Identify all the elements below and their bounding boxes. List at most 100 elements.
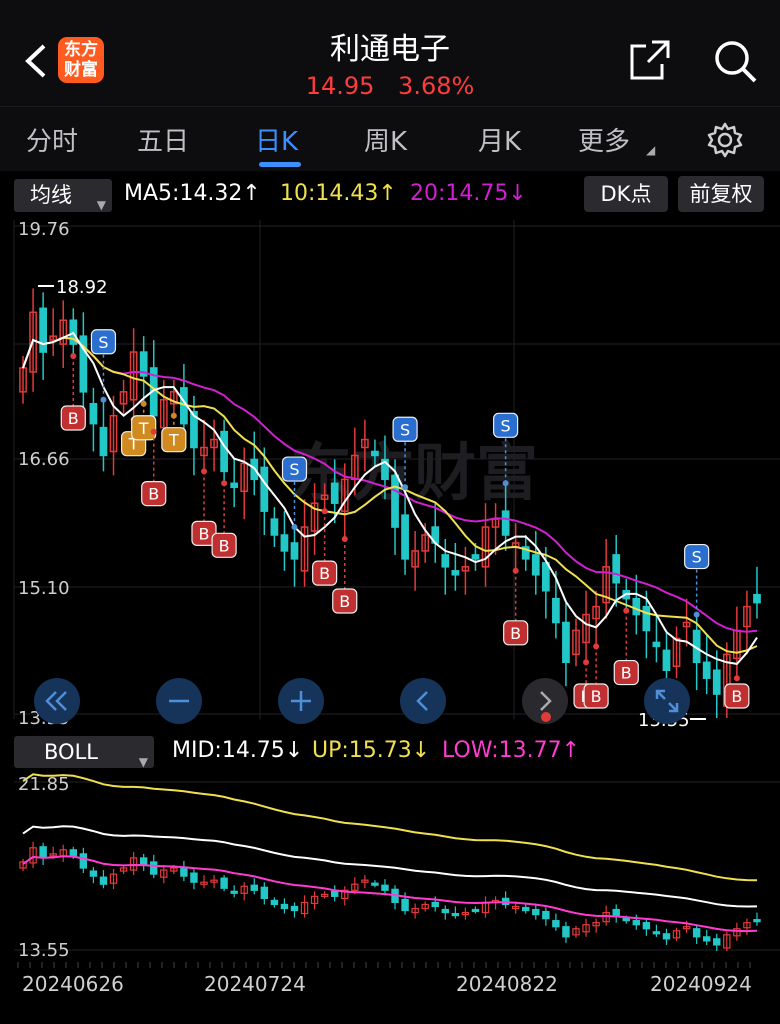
max-price-label: 18.92 [56,277,108,298]
boll-candle-body [662,933,671,940]
boll-candle-body [330,890,339,897]
candle-body [652,641,661,648]
signal-label: B [148,485,159,504]
candle-body [401,514,409,560]
signal-dot [341,535,348,542]
boll-chart[interactable]: 21.85 13.55 [0,770,780,970]
signal-dot [733,675,740,682]
settings-button[interactable] [706,121,744,159]
boll-candle-body [562,926,570,938]
more-triangle-icon: ◢ [646,143,656,157]
ma20-legend: 20:14.75↓ [410,181,527,206]
dk-signal-button[interactable]: DK点 [584,176,668,212]
boll-candle-body [69,849,78,857]
date-label: 20240924 [650,972,752,996]
boll-candle-body [552,920,560,928]
candle-body [270,518,279,536]
boll-candle-body [79,853,88,869]
tab-timeshare[interactable]: 分时 [26,121,78,158]
adjust-mode-label: 前复权 [689,182,753,206]
signal-dot [402,484,409,491]
candle-body [642,605,651,632]
signal-label: S [400,420,410,439]
candle-body [391,474,399,528]
candle-body [371,450,379,457]
signal-label: S [692,548,702,567]
zoom-in-icon [291,691,311,711]
candle-body [541,562,550,592]
boll-candle-body [441,908,450,914]
chevron-left-icon [25,44,46,78]
boll-axis-bottom: 13.55 [18,940,70,961]
candle-body [702,661,711,679]
share-icon [630,40,670,80]
candle-body [330,482,339,504]
boll-candle-body [139,857,148,865]
candle-body [451,570,460,576]
boll-candle-body [632,920,641,926]
tab-five-day[interactable]: 五日 [137,121,189,158]
signal-dot [693,611,700,618]
scroll-right-button[interactable] [522,678,568,724]
back-button[interactable] [18,38,58,84]
fullscreen-button[interactable] [644,678,690,724]
arrow-down-icon: ↓ [284,738,304,763]
scroll-left-fast-button[interactable] [34,678,80,724]
boll-candle-body [522,906,530,912]
boll-low-value: LOW:13.77 [442,738,562,763]
brand-logo: 东方 财富 [58,37,104,83]
boll-candle-body [270,899,279,906]
candle-body [471,554,480,560]
signal-dot [291,524,298,531]
signal-dot [221,480,228,487]
signal-dot [502,480,509,487]
tab-more[interactable]: 更多 [578,121,630,158]
share-button[interactable] [628,38,672,82]
signal-label: B [68,409,79,428]
boll-candle-body [431,901,439,908]
signal-dot [321,508,328,515]
kline-chart[interactable]: 东方财富 BSTTBTBBSBBSSBBBBSB 19.76 16.66 15.… [0,214,780,734]
candle-body [441,554,450,568]
ma10-value: 10:14.43 [280,181,379,206]
chevron-left-icon [416,691,428,711]
boll-candle-body [702,936,711,942]
candle-body [99,426,108,457]
ma5-value: MA5:14.32 [124,181,243,206]
ma5-legend: MA5:14.32↑ [124,181,261,206]
active-tab-indicator [259,162,301,167]
signal-label: S [98,333,108,352]
adjust-mode-button[interactable]: 前复权 [678,176,764,212]
signal-label: B [621,664,632,683]
logo-text-bottom: 财富 [64,60,98,80]
ma10-legend: 10:14.43↑ [280,181,397,206]
zoom-out-button[interactable] [156,678,202,724]
boll-candle-body [532,908,540,916]
arrow-down-icon: ↓ [508,181,527,206]
signal-dot [583,659,590,666]
search-button[interactable] [710,36,760,86]
boll-candle-body [713,938,721,946]
tab-daily-k[interactable]: 日K [255,121,298,158]
boll-candle-body [290,905,299,912]
boll-candle-body [280,903,289,910]
candle-body [531,554,540,576]
boll-up-value: UP:15.73 [312,738,412,763]
boll-candle-body [652,931,661,935]
zoom-in-button[interactable] [278,678,324,724]
chevron-right-icon [540,691,552,722]
boll-indicator-select[interactable]: BOLL ▼ [14,736,154,769]
stock-name: 利通电子 [330,32,450,67]
signal-label: B [319,564,330,583]
signal-label: T [138,419,149,438]
signal-dot [140,400,147,407]
signal-dot [201,468,207,475]
period-tabs: 分时 五日 日K 周K 月K 更多 ◢ [0,106,780,171]
axis-label-mid: 16.66 [18,449,70,470]
tab-monthly-k[interactable]: 月K [478,121,521,158]
boll-candle-body [381,884,389,891]
tab-weekly-k[interactable]: 周K [364,121,407,158]
ma-indicator-select[interactable]: 均线 ▼ [14,179,112,212]
boll-candle-body [471,908,480,913]
scroll-left-button[interactable] [400,678,446,724]
